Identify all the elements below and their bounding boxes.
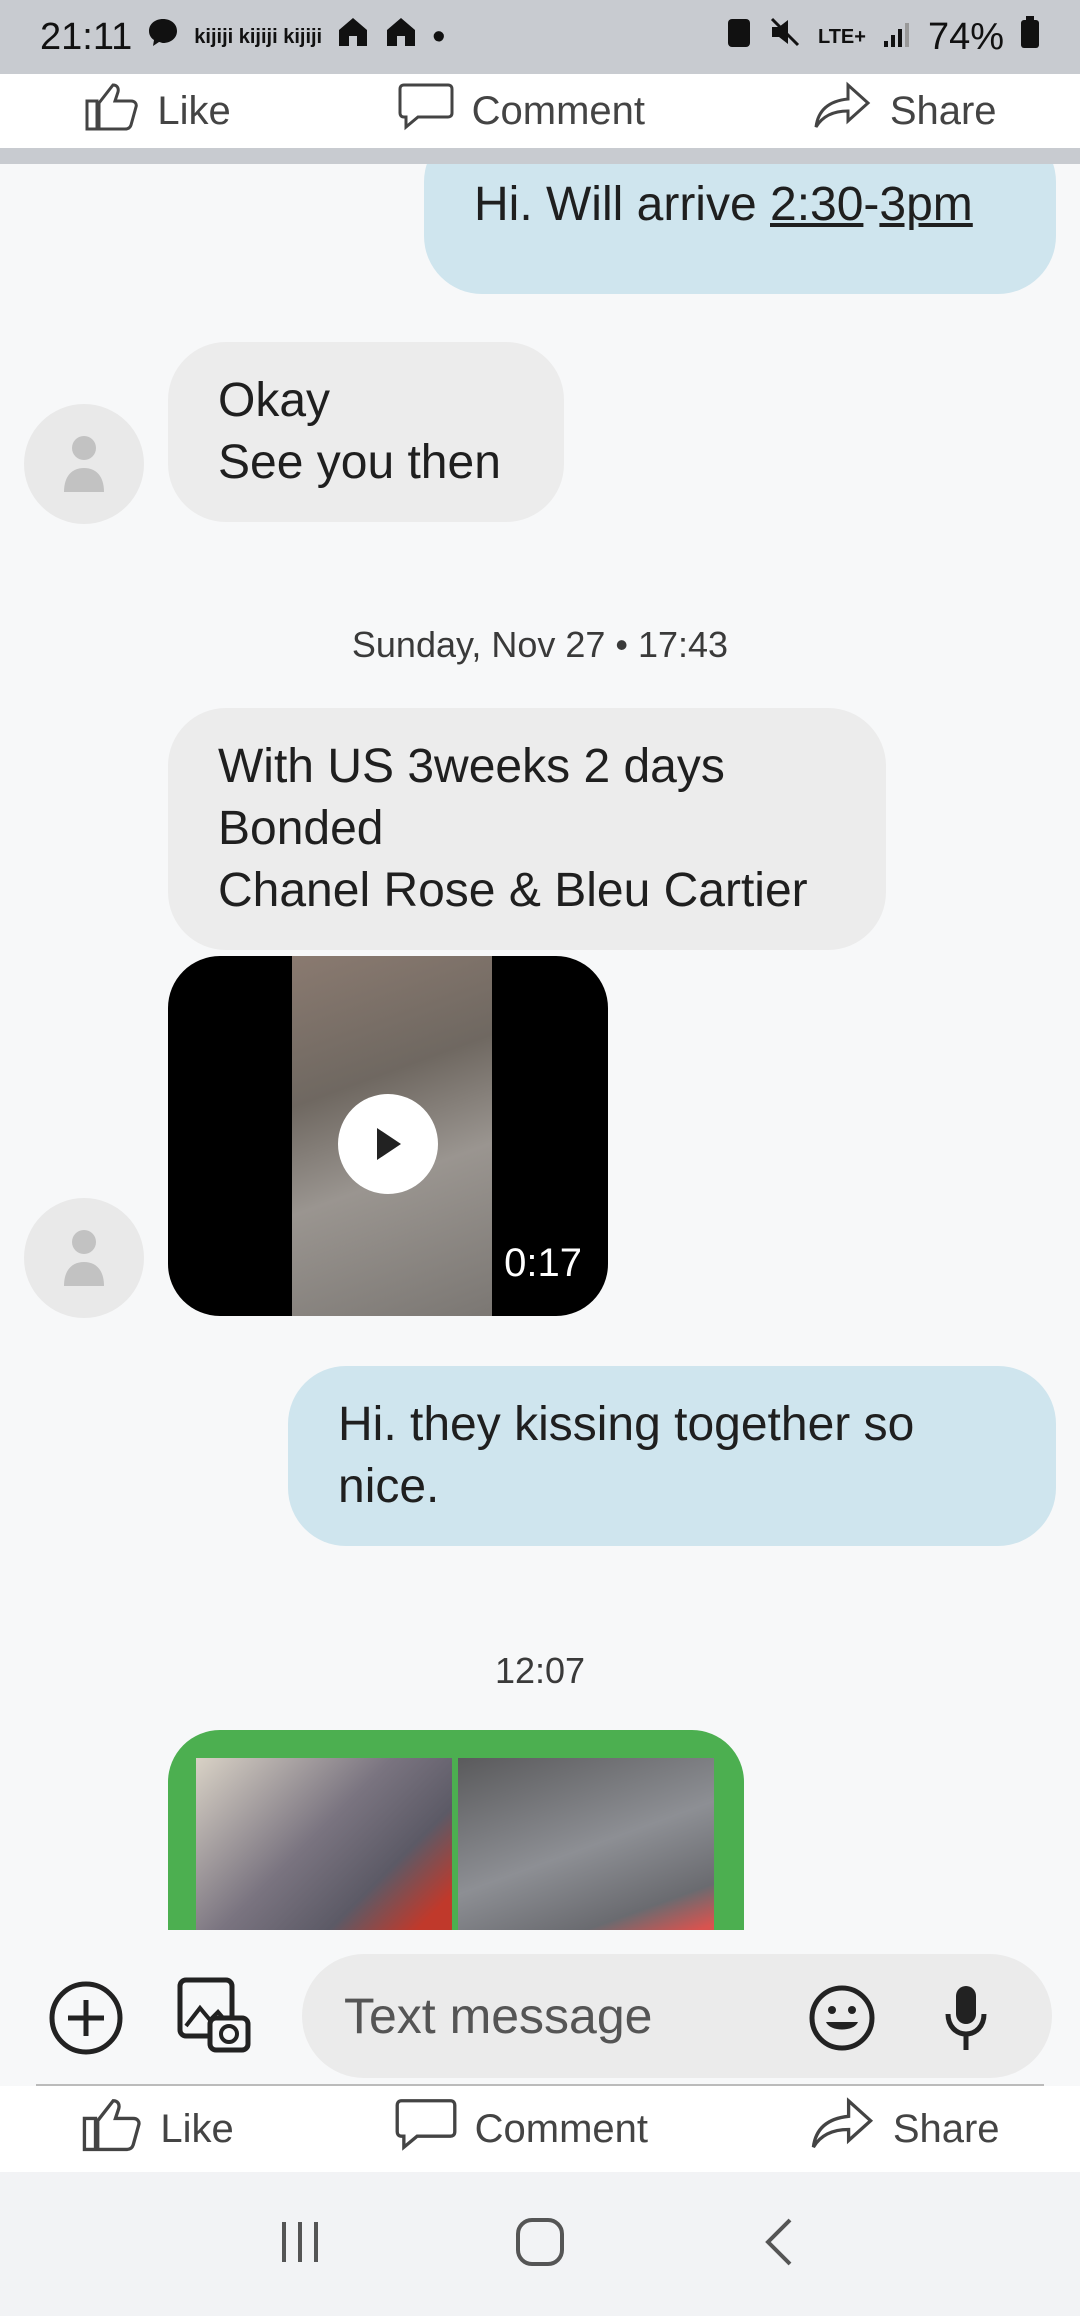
recent-apps-button[interactable] — [270, 2212, 330, 2277]
play-icon — [377, 1128, 401, 1160]
top-action-bar: Like Comment Share — [0, 74, 1080, 148]
avatar[interactable] — [24, 404, 144, 524]
comment-button[interactable]: Comment — [398, 81, 645, 141]
avatar[interactable] — [24, 1198, 144, 1318]
chat-bubble-icon — [146, 15, 180, 59]
house-icon — [384, 15, 418, 59]
person-icon — [64, 436, 104, 492]
like-button[interactable]: Like — [83, 81, 231, 141]
share-icon — [809, 2096, 875, 2162]
share-label: Share — [892, 2106, 1000, 2151]
battery-icon — [1020, 15, 1040, 59]
share-icon — [812, 81, 872, 141]
share-label: Share — [889, 88, 997, 133]
microphone-icon — [945, 1986, 987, 2050]
message-text: Hi. Will arrive — [474, 178, 770, 231]
system-navigation-bar — [0, 2172, 1080, 2316]
house-icon — [336, 15, 370, 59]
battery-level: 74% — [927, 15, 1004, 58]
share-button[interactable]: Share — [812, 81, 997, 141]
back-icon — [765, 2218, 792, 2265]
add-attachment-button[interactable] — [48, 1980, 124, 2061]
outgoing-message[interactable]: Hi. they kissing together so nice. — [288, 1366, 1056, 1546]
message-line: Hi. they kissing together so — [338, 1398, 915, 1451]
share-button[interactable]: Share — [809, 2096, 1000, 2162]
network-type: LTE+ — [817, 25, 866, 48]
video-attachment[interactable]: 0:17 — [168, 956, 608, 1316]
photo-thumbnail[interactable] — [458, 1758, 714, 1930]
back-button[interactable] — [750, 2212, 810, 2277]
incoming-message[interactable]: With US 3weeks 2 days Bonded Chanel Rose… — [168, 708, 886, 950]
incoming-message[interactable]: Okay See you then — [168, 342, 564, 522]
plus-circle-icon — [49, 1981, 123, 2055]
like-label: Like — [160, 2106, 234, 2151]
emoji-button[interactable] — [808, 1984, 876, 2057]
divider — [0, 148, 1080, 164]
compose-bar: Text message — [0, 1930, 1080, 2086]
notification-text: kijiji kijiji kijiji — [194, 25, 323, 48]
like-button[interactable]: Like — [80, 2096, 234, 2162]
outgoing-message[interactable]: Hi. Will arrive 2:30-3pm — [424, 164, 1056, 294]
home-button[interactable] — [510, 2212, 570, 2277]
comment-icon — [398, 81, 454, 141]
thumbs-up-icon — [80, 2096, 142, 2162]
more-notifications-dot: • — [432, 15, 446, 58]
message-line: nice. — [338, 1460, 440, 1513]
photo-attachment[interactable] — [168, 1730, 744, 1930]
mute-icon — [768, 15, 802, 59]
voice-input-button[interactable] — [942, 1982, 990, 2059]
emoji-icon — [809, 1985, 875, 2051]
video-duration: 0:17 — [504, 1241, 582, 1285]
date-separator: Sunday, Nov 27 • 17:43 — [351, 624, 729, 665]
message-line: Okay — [218, 374, 331, 427]
gallery-button[interactable] — [176, 1974, 252, 2059]
message-line: Bonded — [218, 802, 384, 855]
message-text: - — [863, 178, 880, 231]
photo-thumbnail[interactable] — [196, 1758, 452, 1930]
time-link[interactable]: 2:30 — [770, 178, 863, 231]
comment-icon — [395, 2096, 457, 2162]
home-icon — [516, 2217, 564, 2266]
like-label: Like — [157, 88, 231, 133]
status-time: 21:11 — [40, 15, 133, 58]
play-button[interactable] — [338, 1094, 438, 1194]
recent-apps-icon — [282, 2221, 318, 2262]
message-thread[interactable]: Hi. Will arrive 2:30-3pm Okay See you th… — [0, 164, 1080, 1930]
signal-icon — [882, 16, 912, 59]
message-input-placeholder: Text message — [344, 1988, 653, 2044]
time-link[interactable]: 3pm — [879, 178, 972, 231]
message-input[interactable]: Text message — [302, 1954, 1052, 2078]
comment-label: Comment — [474, 2106, 648, 2151]
time-separator: 12:07 — [494, 1650, 586, 1691]
status-bar: 21:11 kijiji kijiji kijiji • LTE+ 74% — [0, 0, 1080, 74]
message-line: Chanel Rose & Bleu Cartier — [218, 864, 808, 917]
bottom-action-bar: Like Comment Share — [0, 2086, 1080, 2172]
comment-label: Comment — [471, 88, 645, 133]
message-line: With US 3weeks 2 days — [218, 740, 725, 793]
gallery-camera-icon — [177, 1977, 251, 2053]
comment-button[interactable]: Comment — [395, 2096, 648, 2162]
thumbs-up-icon — [83, 81, 139, 141]
battery-saver-icon — [726, 15, 752, 59]
person-icon — [64, 1230, 104, 1286]
message-line: See you then — [218, 436, 501, 489]
